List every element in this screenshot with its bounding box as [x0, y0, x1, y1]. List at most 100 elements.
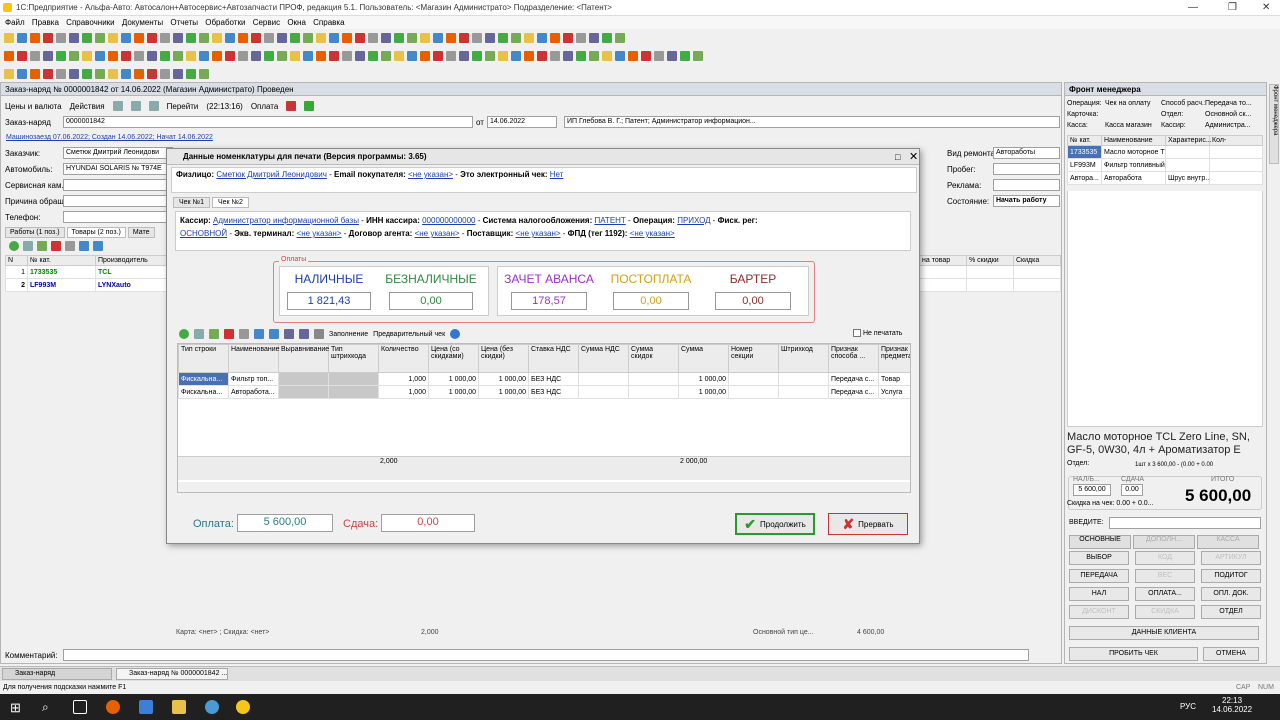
- explorer-icon[interactable]: [139, 700, 153, 714]
- save-icon[interactable]: [130, 101, 141, 111]
- terminal-link[interactable]: <не указан>: [297, 229, 342, 238]
- standard-tool-icon[interactable]: [602, 33, 612, 43]
- delete-row-icon[interactable]: [224, 329, 234, 339]
- payment-button[interactable]: Оплата: [251, 102, 279, 111]
- function-tool-icon[interactable]: [550, 51, 560, 61]
- col-5[interactable]: Цена (со скидками): [428, 344, 479, 373]
- order-number-field[interactable]: 0000001842: [63, 116, 473, 128]
- table-row[interactable]: 1733535Масло моторное TCL Z...: [1067, 145, 1263, 159]
- standard-tool-icon[interactable]: [615, 33, 625, 43]
- function-tool-icon[interactable]: [160, 51, 170, 61]
- function-tool-icon[interactable]: [433, 51, 443, 61]
- dialog-maximize-icon[interactable]: □: [895, 152, 900, 162]
- standard-tool-icon[interactable]: [407, 33, 417, 43]
- standard-tool-icon[interactable]: [537, 33, 547, 43]
- col-9[interactable]: Сумма скидок: [628, 344, 679, 373]
- payment-barter-field[interactable]: 0,00: [715, 292, 791, 310]
- function-tool-icon[interactable]: [498, 51, 508, 61]
- service-field[interactable]: [63, 179, 173, 191]
- front-button-1-0[interactable]: ПЕРЕДАЧА: [1069, 569, 1129, 583]
- function-tool-icon[interactable]: [472, 51, 482, 61]
- standard-tool-icon[interactable]: [485, 33, 495, 43]
- function-tool-icon[interactable]: [251, 51, 261, 61]
- dialog-close-icon[interactable]: ✕: [909, 150, 918, 163]
- standard-tool-icon[interactable]: [524, 33, 534, 43]
- standard-tool-icon[interactable]: [4, 33, 14, 43]
- col-3[interactable]: Тип штрихкода: [328, 344, 379, 373]
- function-tool-icon[interactable]: [121, 51, 131, 61]
- col-10[interactable]: Сумма: [678, 344, 729, 373]
- cancel-button[interactable]: ✘ Прервать: [828, 513, 908, 535]
- windows-start-icon[interactable]: ⊞: [10, 700, 24, 715]
- payment-advance-field[interactable]: 178,57: [511, 292, 587, 310]
- standard-tool-icon[interactable]: [108, 33, 118, 43]
- standard-tool-icon[interactable]: [30, 33, 40, 43]
- function-tool-icon[interactable]: [173, 51, 183, 61]
- folder-icon[interactable]: [172, 700, 186, 714]
- copy-icon[interactable]: [112, 101, 123, 111]
- firefox-icon[interactable]: [106, 700, 120, 714]
- front-button-0-2[interactable]: АРТИКУЛ: [1201, 551, 1261, 565]
- function-tool-icon[interactable]: [290, 51, 300, 61]
- move-down-icon[interactable]: [93, 241, 103, 251]
- standard-tool-icon[interactable]: [121, 33, 131, 43]
- task-view-icon[interactable]: [73, 700, 87, 714]
- standard-tool-icon[interactable]: [329, 33, 339, 43]
- function-tool-icon[interactable]: [277, 51, 287, 61]
- front-side-tab[interactable]: Фронт менеджера: [1269, 84, 1279, 164]
- extra-tool-icon[interactable]: [30, 69, 40, 79]
- fisc-link[interactable]: ОСНОВНОЙ: [180, 229, 227, 238]
- standard-tool-icon[interactable]: [394, 33, 404, 43]
- col-1[interactable]: Наименование: [228, 344, 280, 373]
- function-tool-icon[interactable]: [485, 51, 495, 61]
- sort-desc-icon[interactable]: [299, 329, 309, 339]
- state-field[interactable]: Начать работу: [993, 195, 1060, 207]
- car-field[interactable]: HYUNDAI SOLARIS № T974E: [63, 163, 173, 175]
- front-button-3-2[interactable]: ОТДЕЛ: [1201, 605, 1261, 619]
- function-tool-icon[interactable]: [381, 51, 391, 61]
- edit-row-icon[interactable]: [209, 329, 219, 339]
- reason-field[interactable]: [63, 195, 173, 207]
- extra-tool-icon[interactable]: [160, 69, 170, 79]
- function-tool-icon[interactable]: [394, 51, 404, 61]
- grid-icon[interactable]: [65, 241, 75, 251]
- function-tool-icon[interactable]: [420, 51, 430, 61]
- standard-tool-icon[interactable]: [550, 33, 560, 43]
- standard-tool-icon[interactable]: [212, 33, 222, 43]
- punch-check-button[interactable]: ПРОБИТЬ ЧЕК: [1069, 647, 1198, 661]
- function-tool-icon[interactable]: [43, 51, 53, 61]
- repair-field[interactable]: Авторaботы: [993, 147, 1060, 159]
- front-button-0-0[interactable]: ВЫБОР: [1069, 551, 1129, 565]
- function-tool-icon[interactable]: [212, 51, 222, 61]
- function-tool-icon[interactable]: [199, 51, 209, 61]
- function-tool-icon[interactable]: [563, 51, 573, 61]
- table-icon[interactable]: [314, 329, 324, 339]
- standard-tool-icon[interactable]: [251, 33, 261, 43]
- table-row[interactable]: Фискальна... Авторабота... 1,000 1 000,00 1 …: [178, 385, 910, 399]
- front-button-1-1[interactable]: ВЕС: [1135, 569, 1195, 583]
- ad-field[interactable]: [993, 179, 1060, 191]
- payment-cash-field[interactable]: 1 821,43: [287, 292, 371, 310]
- function-tool-icon[interactable]: [134, 51, 144, 61]
- col-11[interactable]: Номер секции: [728, 344, 779, 373]
- standard-tool-icon[interactable]: [95, 33, 105, 43]
- cashier-link[interactable]: Администратор информационной базы: [213, 216, 359, 225]
- menu-processing[interactable]: Обработки: [205, 18, 245, 27]
- col-13[interactable]: Признак способа ...: [828, 344, 879, 373]
- tab-check-1[interactable]: Чек №1: [173, 197, 210, 208]
- 1c-app-icon[interactable]: [236, 700, 250, 714]
- search-icon[interactable]: ⌕: [42, 700, 56, 714]
- tab-materials[interactable]: Мате: [127, 227, 155, 238]
- time-button[interactable]: (22:13:16): [206, 102, 242, 111]
- function-tool-icon[interactable]: [680, 51, 690, 61]
- standard-tool-icon[interactable]: [238, 33, 248, 43]
- customer-field[interactable]: Сметюк Дмитрий Леонидови: [63, 147, 173, 159]
- fpd-link[interactable]: <не указан>: [630, 229, 675, 238]
- function-tool-icon[interactable]: [108, 51, 118, 61]
- tab-goods[interactable]: Товары (2 поз.): [66, 227, 126, 238]
- minimize-icon[interactable]: —: [1188, 2, 1198, 13]
- function-tool-icon[interactable]: [602, 51, 612, 61]
- col-12[interactable]: Штрихкод: [778, 344, 829, 373]
- function-tool-icon[interactable]: [303, 51, 313, 61]
- function-tool-icon[interactable]: [355, 51, 365, 61]
